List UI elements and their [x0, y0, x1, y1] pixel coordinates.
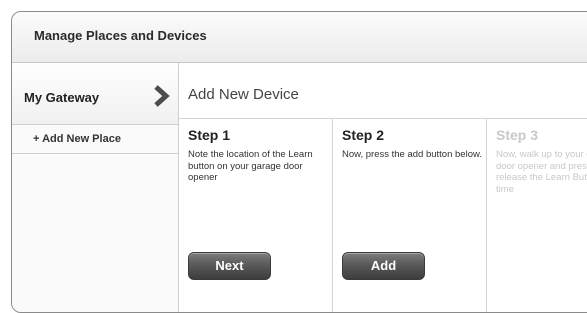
add-device-title: Add New Device — [188, 86, 299, 103]
step-1-title: Step 1 — [188, 127, 231, 143]
manage-places-panel: Manage Places and Devices My Gateway + A… — [11, 11, 587, 313]
panel-header: Manage Places and Devices — [12, 12, 587, 63]
step-3-title: Step 3 — [496, 127, 539, 143]
chevron-right-icon — [154, 85, 170, 107]
gateway-label: My Gateway — [24, 90, 100, 105]
sidebar-item-my-gateway[interactable]: My Gateway — [12, 63, 178, 125]
step-2-description: Now, press the add button below. — [342, 149, 482, 160]
next-button[interactable]: Next — [188, 252, 271, 280]
step-2-title: Step 2 — [342, 127, 385, 143]
add-device-main: Add New Device Step 1 Note the location … — [179, 63, 587, 312]
add-button[interactable]: Add — [342, 252, 425, 280]
add-new-place-label: + Add New Place — [33, 133, 121, 145]
add-new-place-link[interactable]: + Add New Place — [12, 125, 178, 154]
step-1-description: Note the location of the Learn button on… — [188, 149, 313, 183]
places-sidebar: My Gateway + Add New Place — [12, 63, 179, 312]
step-3-description: Now, walk up to your garage door opener … — [496, 149, 587, 195]
panel-title: Manage Places and Devices — [34, 28, 207, 43]
step-3: Step 3 Now, walk up to your garage door … — [487, 119, 587, 312]
step-1: Step 1 Note the location of the Learn bu… — [179, 119, 333, 312]
step-2: Step 2 Now, press the add button below. … — [333, 119, 487, 312]
